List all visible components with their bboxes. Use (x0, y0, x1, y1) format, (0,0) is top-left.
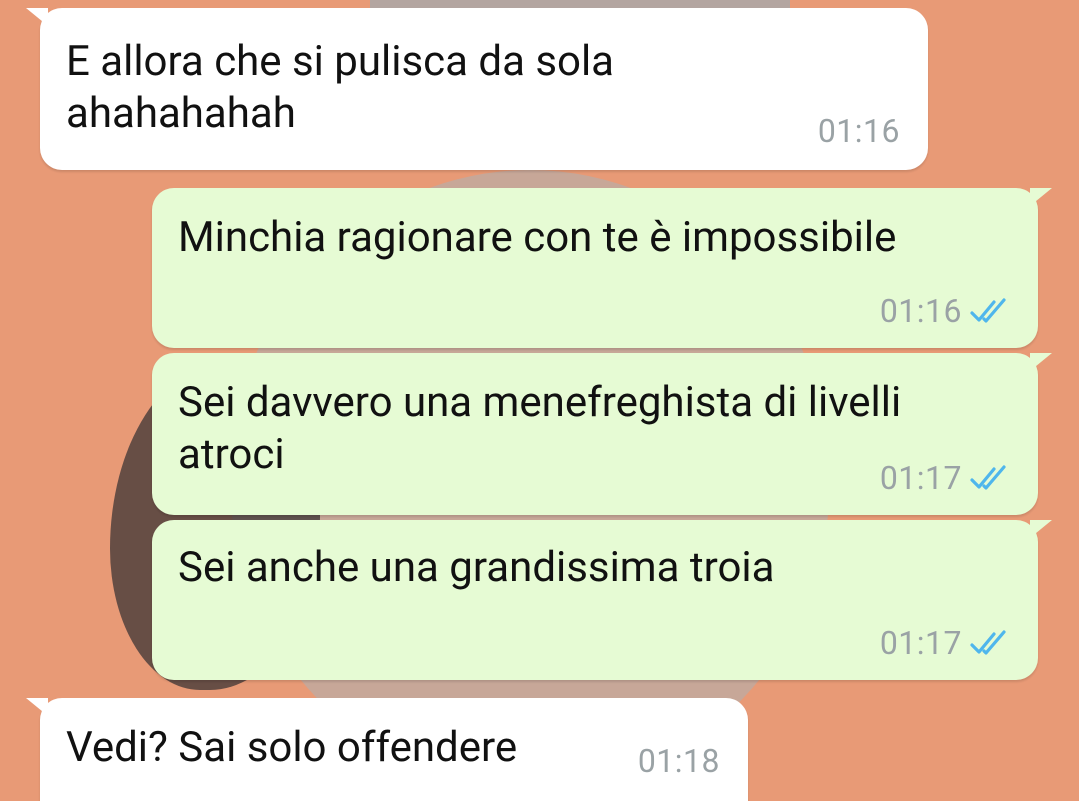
read-double-check-icon (970, 465, 1006, 490)
read-double-check-icon (970, 298, 1006, 323)
message-timestamp: 01:16 (879, 292, 962, 330)
incoming-message-bubble[interactable]: E allora che si pulisca da sola ahahahah… (26, 8, 928, 170)
message-meta: 01:16 (818, 112, 900, 150)
message-timestamp: 01:18 (637, 742, 720, 780)
message-timestamp: 01:16 (817, 112, 900, 150)
message-timestamp: 01:17 (879, 459, 962, 497)
message-text: Sei anche una grandissima troia (178, 543, 775, 592)
read-double-check-icon (970, 630, 1006, 655)
message-text: Minchia ragionare con te è impossibile (178, 213, 897, 262)
message-timestamp: 01:17 (879, 624, 962, 662)
message-text: Sei davvero una menefreghista di livelli… (178, 378, 902, 479)
message-text: E allora che si pulisca da sola ahahahah… (66, 37, 615, 138)
outgoing-message-bubble[interactable]: Minchia ragionare con te è impossibile 0… (152, 188, 1052, 348)
message-meta: 01:17 (880, 459, 1014, 497)
outgoing-message-bubble[interactable]: Sei anche una grandissima troia 01:17 (152, 520, 1052, 680)
message-text: Vedi? Sai solo offendere (66, 723, 518, 772)
message-meta: 01:18 (638, 742, 720, 780)
message-meta: 01:16 (880, 292, 1014, 330)
outgoing-message-bubble[interactable]: Sei davvero una menefreghista di livelli… (152, 353, 1052, 515)
incoming-message-bubble[interactable]: Vedi? Sai solo offendere 01:18 (26, 698, 748, 801)
message-meta: 01:17 (880, 624, 1014, 662)
